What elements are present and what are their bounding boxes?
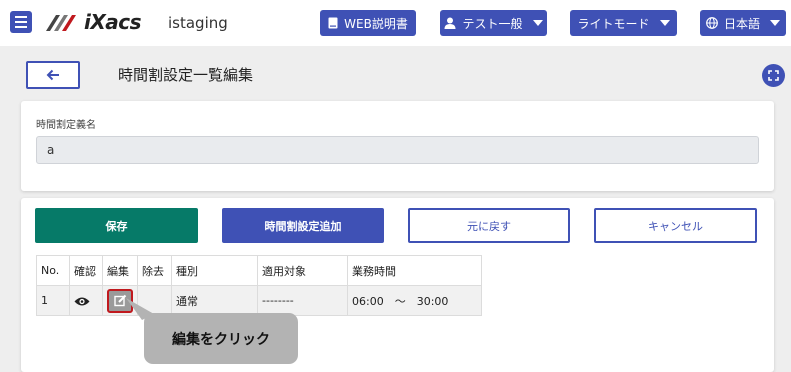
schedule-table: No. 確認 編集 除去 種別 適用対象 業務時間 1 通常 -------- … [36, 255, 482, 316]
col-hours: 業務時間 [347, 255, 482, 286]
col-edit: 編集 [102, 255, 138, 286]
col-target: 適用対象 [257, 255, 348, 286]
row-target: -------- [257, 285, 348, 316]
cancel-button[interactable]: キャンセル [594, 208, 757, 243]
logo-mark-icon [46, 15, 76, 31]
instruction-callout: 編集をクリック [144, 313, 298, 364]
name-field-input[interactable]: a [36, 136, 759, 164]
language-menu-label: 日本語 [723, 16, 760, 31]
col-delete: 除去 [137, 255, 172, 286]
back-button[interactable] [26, 61, 80, 89]
logo-text: iXacs [84, 10, 142, 34]
col-no: No. [36, 255, 70, 286]
menu-icon[interactable] [10, 11, 32, 33]
view-cell [69, 285, 103, 316]
name-field-label: 時間割定義名 [36, 120, 96, 131]
undo-button[interactable]: 元に戻す [408, 208, 570, 243]
language-menu-button[interactable]: 日本語 [700, 10, 786, 36]
app-header: iXacs istaging WEB説明書 テスト一般 ライトモード 日本語 [0, 0, 791, 46]
chevron-down-icon [770, 20, 780, 26]
theme-menu-label: ライトモード [577, 16, 650, 31]
add-schedule-button[interactable]: 時間割設定追加 [222, 208, 384, 243]
user-menu-button[interactable]: テスト一般 [440, 10, 547, 36]
chevron-down-icon [532, 20, 543, 26]
logo: iXacs [44, 10, 142, 34]
chevron-down-icon [659, 20, 670, 26]
name-card: 時間割定義名 a [21, 101, 774, 191]
book-icon [328, 17, 338, 29]
eye-icon[interactable] [74, 296, 90, 307]
table-row: 1 通常 -------- 06:00 ～ 30:00 [36, 285, 482, 316]
row-kind: 通常 [171, 285, 258, 316]
globe-icon [706, 17, 718, 29]
fullscreen-icon[interactable] [762, 64, 785, 87]
manual-button[interactable]: WEB説明書 [320, 10, 416, 36]
schedule-card: 保存 時間割設定追加 元に戻す キャンセル No. 確認 編集 除去 種別 適用… [21, 198, 774, 372]
manual-button-label: WEB説明書 [344, 16, 408, 31]
page-title: 時間割設定一覧編集 [118, 66, 254, 84]
theme-menu-button[interactable]: ライトモード [570, 10, 677, 36]
row-hours: 06:00 ～ 30:00 [347, 285, 482, 316]
save-button[interactable]: 保存 [35, 208, 198, 243]
col-view: 確認 [69, 255, 103, 286]
arrow-left-icon [46, 69, 59, 81]
table-header-row: No. 確認 編集 除去 種別 適用対象 業務時間 [36, 255, 482, 286]
row-no: 1 [36, 285, 70, 316]
fullscreen-glyph [768, 70, 779, 81]
environment-name: istaging [168, 14, 228, 32]
col-kind: 種別 [171, 255, 258, 286]
user-menu-label: テスト一般 [462, 16, 523, 31]
user-icon [444, 17, 456, 29]
